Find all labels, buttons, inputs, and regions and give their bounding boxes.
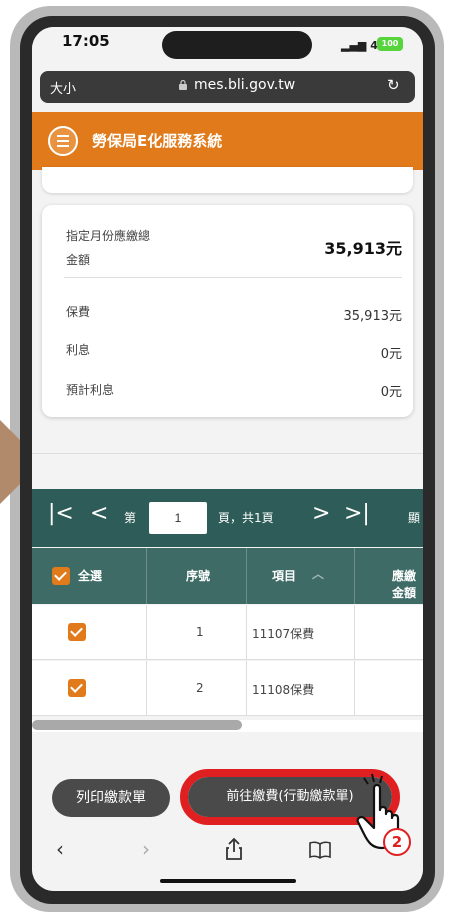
column-divider bbox=[246, 661, 247, 716]
status-bar: 17:05 ▂▄▆ 4G 100 bbox=[32, 27, 423, 67]
row-checkbox[interactable] bbox=[68, 623, 86, 641]
column-divider bbox=[246, 605, 247, 660]
app-header: 勞保局E化服務系統 bbox=[32, 112, 423, 170]
divider bbox=[32, 453, 423, 454]
address-bar[interactable]: 大小 mes.bli.gov.tw ↻ bbox=[40, 71, 415, 103]
page-number-input[interactable] bbox=[149, 502, 207, 534]
app-title: 勞保局E化服務系統 bbox=[92, 132, 223, 150]
total-amount: 35,913元 bbox=[324, 239, 402, 258]
step-number-badge: 2 bbox=[383, 828, 411, 856]
column-divider bbox=[246, 548, 247, 604]
next-page-icon[interactable]: > bbox=[312, 501, 330, 526]
horizontal-scrollbar-thumb[interactable] bbox=[32, 720, 242, 730]
interest-value: 0元 bbox=[380, 347, 402, 362]
column-divider bbox=[354, 661, 355, 716]
forward-icon[interactable]: › bbox=[142, 837, 150, 861]
row-seq: 2 bbox=[196, 681, 204, 695]
select-all-checkbox[interactable] bbox=[52, 567, 70, 585]
premium-value: 35,913元 bbox=[343, 309, 403, 324]
table-row[interactable]: 1 11107保費 bbox=[32, 605, 423, 660]
sort-up-icon[interactable]: ︿ bbox=[312, 565, 324, 582]
row-item: 11107保費 bbox=[252, 627, 315, 641]
menu-icon[interactable] bbox=[48, 126, 78, 156]
home-indicator bbox=[160, 879, 296, 883]
amount-summary-card: 指定月份應繳總 金額 35,913元 保費 35,913元 利息 0元 預計利息… bbox=[42, 205, 413, 417]
back-icon[interactable]: ‹ bbox=[56, 837, 64, 861]
page-suffix: 頁，共1頁 bbox=[218, 511, 274, 525]
previous-card bbox=[42, 167, 413, 193]
row-checkbox[interactable] bbox=[68, 679, 86, 697]
column-divider bbox=[354, 605, 355, 660]
lock-icon bbox=[179, 80, 187, 90]
prev-page-icon[interactable]: < bbox=[90, 501, 108, 526]
divider bbox=[64, 277, 402, 278]
print-payment-slip-button[interactable]: 列印繳款單 bbox=[52, 779, 170, 817]
table-pager: |< < 第 頁，共1頁 > >| 顯 bbox=[32, 489, 423, 547]
column-seq[interactable]: 序號 bbox=[186, 567, 210, 584]
total-label-line1: 指定月份應繳總 bbox=[66, 229, 151, 243]
dynamic-island bbox=[162, 31, 312, 59]
phone-screen: 17:05 ▂▄▆ 4G 100 大小 mes.bli.gov.tw ↻ 勞保局… bbox=[32, 27, 423, 891]
text-size-button[interactable]: 大小 bbox=[50, 78, 76, 97]
table-row[interactable]: 2 11108保費 bbox=[32, 661, 423, 716]
column-divider bbox=[146, 605, 147, 660]
total-label-line2: 金額 bbox=[66, 253, 91, 267]
premium-label: 保費 bbox=[66, 305, 91, 319]
column-divider bbox=[146, 661, 147, 716]
battery-icon: 100 bbox=[377, 37, 403, 51]
table-header: 全選 序號 項目 ︿ 應繳金額 bbox=[32, 548, 423, 604]
url-text[interactable]: mes.bli.gov.tw bbox=[194, 77, 295, 93]
share-icon[interactable] bbox=[224, 837, 244, 861]
page-prefix: 第 bbox=[124, 511, 137, 525]
status-time: 17:05 bbox=[62, 32, 110, 50]
reload-icon[interactable]: ↻ bbox=[387, 76, 400, 94]
row-seq: 1 bbox=[196, 625, 204, 639]
first-page-icon[interactable]: |< bbox=[48, 501, 74, 526]
select-all-label: 全選 bbox=[78, 569, 103, 583]
estimated-interest-label: 預計利息 bbox=[66, 383, 115, 397]
estimated-interest-value: 0元 bbox=[380, 385, 402, 400]
interest-label: 利息 bbox=[66, 343, 91, 357]
column-divider bbox=[146, 548, 147, 604]
display-label: 顯 bbox=[408, 511, 421, 525]
last-page-icon[interactable]: >| bbox=[344, 501, 370, 526]
column-divider bbox=[354, 548, 355, 604]
column-amount[interactable]: 應繳金額 bbox=[392, 567, 423, 601]
column-item[interactable]: 項目 bbox=[272, 567, 296, 584]
row-item: 11108保費 bbox=[252, 683, 315, 697]
bookmarks-icon[interactable] bbox=[308, 841, 332, 859]
